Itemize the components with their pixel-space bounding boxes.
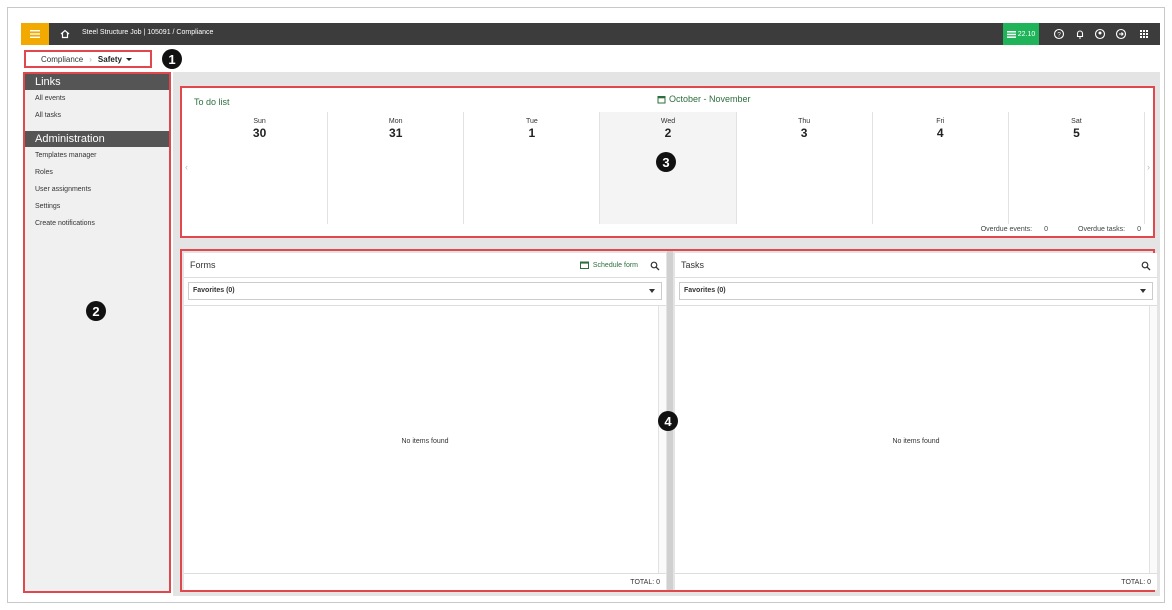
day-date: 31: [389, 126, 403, 140]
overdue-tasks: Overdue tasks: 0: [1078, 226, 1141, 233]
month-label: October - November: [669, 94, 751, 104]
sidebar-item-all-tasks[interactable]: All tasks: [25, 107, 169, 124]
todo-title: To do list: [194, 97, 230, 107]
schedule-form-button[interactable]: Schedule form: [579, 261, 638, 269]
forms-filter-value: Favorites (0): [193, 287, 235, 294]
forms-total: TOTAL: 0: [184, 573, 666, 590]
sidebar-section-administration: Administration: [25, 131, 169, 147]
day-name: Fri: [936, 118, 945, 125]
tasks-scrollbar[interactable]: [1149, 306, 1157, 573]
next-arrow-icon[interactable]: ›: [1147, 162, 1150, 172]
day-date: 3: [800, 126, 808, 140]
overdue-tasks-label: Overdue tasks:: [1078, 226, 1126, 233]
callout-1: 1: [162, 49, 182, 69]
version-label: 22.10: [1017, 30, 1036, 38]
tasks-title: Tasks: [681, 260, 705, 270]
forms-header: Forms Schedule form: [184, 253, 666, 278]
forms-title: Forms: [190, 260, 216, 270]
search-icon[interactable]: [650, 261, 660, 271]
breadcrumb-current[interactable]: Safety: [98, 55, 122, 64]
chevron-down-icon: [1140, 289, 1146, 293]
home-icon[interactable]: [59, 28, 71, 40]
sidebar-item-roles[interactable]: Roles: [25, 164, 169, 181]
day-name: Sat: [1071, 118, 1082, 125]
job-breadcrumb[interactable]: Steel Structure Job | 105091 / Complianc…: [82, 29, 213, 36]
sidebar: Links All events All tasks Administratio…: [23, 72, 171, 593]
sidebar-item-templates-manager[interactable]: Templates manager: [25, 147, 169, 164]
overdue-events-count: 0: [1044, 226, 1049, 233]
forms-filter-select[interactable]: Favorites (0): [188, 282, 662, 300]
day-tue[interactable]: Tue 1: [464, 112, 601, 224]
calendar-icon: [657, 95, 666, 103]
month-selector[interactable]: October - November: [657, 94, 751, 104]
menu-icon[interactable]: [21, 23, 49, 45]
svg-text:?: ?: [1057, 31, 1061, 38]
calendar-icon: [579, 261, 589, 269]
logout-icon[interactable]: [1115, 28, 1127, 40]
day-date: 1: [528, 126, 536, 140]
tasks-list: No items found: [675, 305, 1157, 573]
callout-2: 2: [86, 301, 106, 321]
help-icon[interactable]: ?: [1053, 28, 1065, 40]
schedule-form-label: Schedule form: [592, 261, 638, 269]
sidebar-item-all-events[interactable]: All events: [25, 90, 169, 107]
day-name: Thu: [798, 118, 811, 125]
day-name: Wed: [660, 118, 676, 125]
overdue-summary: Overdue events: 0 Overdue tasks: 0: [981, 226, 1141, 233]
apps-icon[interactable]: [1138, 28, 1150, 40]
version-badge[interactable]: 22.10: [1003, 23, 1039, 45]
breadcrumb: Compliance › Safety: [24, 50, 152, 68]
day-date: 4: [936, 126, 944, 140]
sidebar-item-user-assignments[interactable]: User assignments: [25, 181, 169, 198]
day-date: 5: [1073, 126, 1080, 140]
tasks-total: TOTAL: 0: [675, 573, 1157, 590]
day-sat[interactable]: Sat 5: [1009, 112, 1145, 224]
forms-scrollbar[interactable]: [658, 306, 666, 573]
tasks-panel: Tasks Favorites (0) No items found TOTAL…: [675, 253, 1157, 590]
day-date: 30: [252, 126, 267, 140]
forms-list: No items found: [184, 305, 666, 573]
sidebar-item-settings[interactable]: Settings: [25, 198, 169, 215]
tasks-empty-message: No items found: [892, 438, 940, 445]
search-icon[interactable]: [1141, 261, 1151, 271]
day-sun[interactable]: Sun 30: [192, 112, 329, 224]
callout-4: 4: [658, 411, 678, 431]
overdue-tasks-count: 0: [1137, 226, 1141, 233]
chevron-down-icon: [649, 289, 655, 293]
prev-arrow-icon[interactable]: ‹: [185, 162, 188, 172]
tasks-header: Tasks: [675, 253, 1157, 278]
day-fri[interactable]: Fri 4: [873, 112, 1009, 224]
user-icon[interactable]: [1094, 28, 1106, 40]
day-name: Mon: [388, 118, 403, 125]
overdue-events-label: Overdue events:: [980, 226, 1033, 233]
overdue-events: Overdue events: 0: [981, 226, 1048, 233]
day-date: 2: [664, 126, 672, 140]
top-bar: Steel Structure Job | 105091 / Complianc…: [21, 23, 1160, 45]
chevron-down-icon[interactable]: [125, 57, 132, 61]
tasks-filter-value: Favorites (0): [684, 287, 726, 294]
sidebar-section-links: Links: [25, 74, 169, 90]
day-mon[interactable]: Mon 31: [328, 112, 465, 224]
day-name: Tue: [525, 118, 538, 125]
sidebar-item-create-notifications[interactable]: Create notifications: [25, 215, 169, 232]
day-thu[interactable]: Thu 3: [737, 112, 873, 224]
grid-icon: [1006, 30, 1016, 38]
tasks-filter-select[interactable]: Favorites (0): [679, 282, 1153, 300]
bell-icon[interactable]: [1074, 28, 1086, 40]
callout-3: 3: [656, 152, 676, 172]
forms-empty-message: No items found: [401, 438, 449, 445]
day-name: Sun: [253, 118, 266, 125]
chevron-right-icon: ›: [89, 54, 92, 64]
breadcrumb-parent[interactable]: Compliance: [26, 55, 83, 64]
forms-panel: Forms Schedule form Favorites (0) No ite…: [184, 253, 666, 590]
